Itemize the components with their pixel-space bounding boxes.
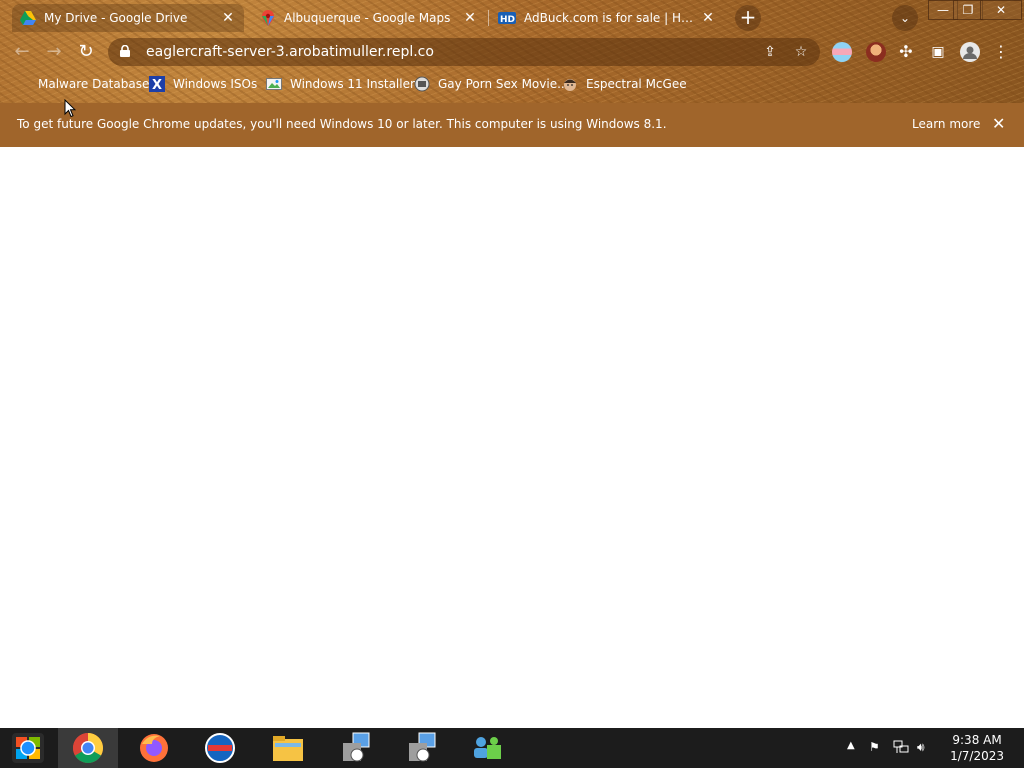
back-button[interactable]: ←	[10, 40, 34, 64]
google-drive-icon	[20, 10, 36, 26]
taskbar-app-o[interactable]	[190, 728, 250, 768]
chevron-down-icon: ⌄	[899, 11, 911, 25]
installer-icon	[343, 732, 370, 762]
bookmark-label: Windows 11 Installer	[290, 77, 415, 91]
address-bar[interactable]: eaglercraft-server-3.arobatimuller.repl.…	[108, 38, 820, 66]
firefox-icon	[140, 734, 168, 762]
update-infobar: To get future Google Chrome updates, you…	[0, 103, 1024, 147]
start-logo-icon	[12, 733, 44, 763]
svg-text:HD: HD	[500, 15, 515, 24]
close-window-button[interactable]: ✕	[980, 0, 1022, 20]
network-people-icon	[474, 737, 501, 759]
close-tab-icon[interactable]: ✕	[220, 10, 236, 26]
bookmark-label: Malware Database	[38, 77, 150, 91]
bookmark-windows-11-installer[interactable]: Windows 11 Installer	[266, 75, 415, 93]
taskbar-chrome[interactable]	[58, 728, 118, 768]
taskbar-file-explorer[interactable]	[258, 728, 318, 768]
image-icon	[266, 76, 282, 92]
clock-time: 9:38 AM	[952, 733, 1002, 747]
close-tab-icon[interactable]: ✕	[462, 10, 478, 26]
site-icon	[414, 76, 430, 92]
reload-button[interactable]: ↻	[74, 40, 98, 64]
mouse-cursor-icon	[64, 99, 76, 118]
kebab-menu-icon[interactable]: ⋮	[992, 43, 1010, 61]
url-text[interactable]: eaglercraft-server-3.arobatimuller.repl.…	[146, 44, 434, 60]
taskbar-network-app[interactable]	[456, 728, 516, 768]
blue-circle-app-icon	[205, 733, 235, 763]
share-icon[interactable]: ⇪	[761, 43, 779, 61]
bookmark-site[interactable]: Gay Porn Sex Movie...	[414, 75, 569, 93]
new-tab-button[interactable]: +	[735, 5, 761, 31]
face-icon	[562, 76, 578, 92]
x-logo-icon: X	[149, 76, 165, 93]
puzzle-icon[interactable]: ✣	[897, 43, 915, 61]
action-center-flag-icon[interactable]: ⚑	[869, 740, 880, 754]
infobar-message: To get future Google Chrome updates, you…	[17, 117, 667, 131]
google-maps-icon	[260, 10, 276, 26]
arrow-right-icon: →	[46, 41, 62, 62]
restore-button[interactable]: ❐	[953, 0, 983, 20]
installer-icon	[409, 732, 436, 762]
arrow-left-icon: ←	[14, 41, 30, 62]
tab-title: Albuquerque - Google Maps	[284, 11, 451, 25]
system-clock[interactable]: 9:38 AM 1/7/2023	[950, 732, 1004, 764]
star-icon[interactable]: ☆	[792, 43, 810, 61]
hugedomains-icon: HD	[498, 10, 516, 26]
profile-extension-icon[interactable]	[866, 42, 886, 62]
lock-icon	[120, 44, 134, 60]
bookmark-blank-icon	[14, 76, 30, 92]
tab-divider	[488, 10, 489, 26]
bookmark-label: Windows ISOs	[173, 77, 258, 91]
bookmark-label: Espectral McGee	[586, 77, 687, 91]
start-button[interactable]	[0, 728, 56, 768]
tab-google-drive[interactable]: My Drive - Google Drive ✕	[12, 4, 244, 32]
bookmark-windows-isos[interactable]: X Windows ISOs	[149, 75, 257, 93]
close-tab-icon[interactable]: ✕	[700, 10, 716, 26]
tab-hugedomains[interactable]: HD AdBuck.com is for sale | HugeDom ✕	[490, 4, 724, 32]
show-hidden-icons[interactable]: ▲	[847, 740, 855, 751]
tab-title: AdBuck.com is for sale | HugeDom	[524, 11, 696, 25]
account-avatar-icon[interactable]	[960, 42, 980, 62]
bookmark-espectral-mcgee[interactable]: Espectral McGee	[562, 75, 687, 93]
svg-text:X: X	[152, 78, 162, 92]
tab-search-button[interactable]: ⌄	[892, 5, 918, 31]
extension-flag-icon[interactable]	[832, 42, 852, 62]
learn-more-link[interactable]: Learn more	[912, 117, 980, 131]
bookmark-label: Gay Porn Sex Movie...	[438, 77, 569, 91]
tab-google-maps[interactable]: Albuquerque - Google Maps ✕	[252, 4, 486, 32]
taskbar-installer-2[interactable]	[392, 728, 452, 768]
taskbar-installer-1[interactable]	[326, 728, 386, 768]
tab-title: My Drive - Google Drive	[44, 11, 188, 25]
close-infobar-icon[interactable]: ✕	[992, 114, 1005, 133]
network-icon[interactable]	[893, 740, 909, 757]
folder-icon	[273, 736, 303, 761]
taskbar: ▲ ⚑ 🔊︎ 9:38 AM 1/7/2023	[0, 728, 1024, 768]
reload-icon: ↻	[78, 41, 94, 62]
volume-icon[interactable]: 🔊︎	[917, 740, 925, 755]
bookmark-malware-database[interactable]: Malware Database	[14, 75, 149, 93]
forward-button[interactable]: →	[42, 40, 66, 64]
chrome-icon	[72, 733, 104, 764]
page-content	[0, 147, 1024, 728]
taskbar-firefox[interactable]	[124, 728, 184, 768]
clock-date: 1/7/2023	[950, 749, 1004, 763]
side-panel-icon[interactable]: ▣	[929, 43, 947, 61]
